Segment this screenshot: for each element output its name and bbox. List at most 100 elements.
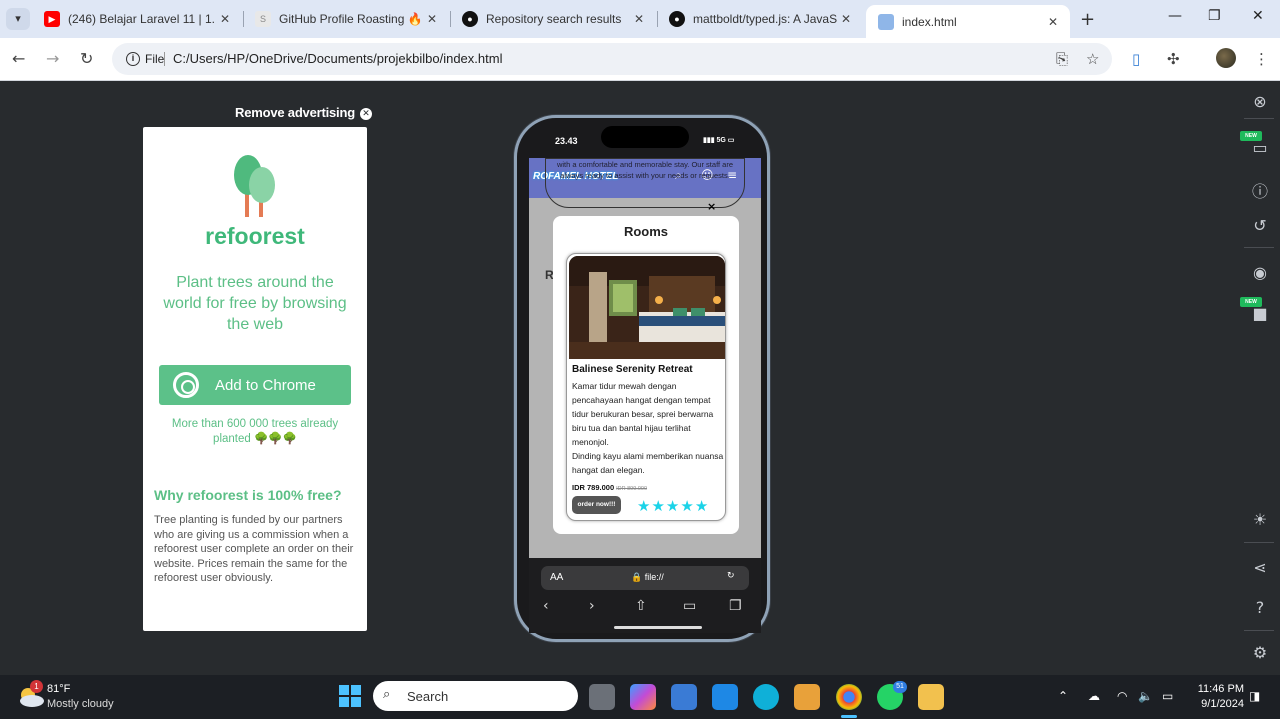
weather-desc: Mostly cloudy: [47, 698, 114, 710]
tree-logo-icon: [234, 155, 275, 217]
phone-screen: ROFAMEL HOTEL ⌕ ☺ ≡ with a comfortable a…: [529, 158, 761, 558]
trees-planted-text: More than 600 000 trees already planted …: [171, 418, 339, 445]
home-indicator: [614, 626, 702, 629]
forward-icon[interactable]: →: [46, 49, 59, 68]
extensions-icon[interactable]: ✣: [1167, 50, 1180, 68]
tab-title: mattboldt/typed.js: A JavaSc: [693, 12, 837, 26]
network-label: 5G: [716, 137, 726, 144]
tab-repo-search[interactable]: ● Repository search results ✕: [450, 0, 656, 38]
brightness-icon[interactable]: ☀: [1250, 510, 1270, 530]
file-explorer-icon[interactable]: [918, 684, 944, 710]
room-description: Kamar tidur mewah dengan pencahayaan han…: [572, 379, 725, 477]
safari-url: 🔒 file://: [631, 572, 664, 582]
order-now-button[interactable]: order now!!!: [572, 496, 621, 514]
remove-advertising-link[interactable]: Remove advertising ✕: [235, 105, 372, 120]
youtube-icon: ▶: [44, 11, 60, 27]
current-price: IDR 789.000: [572, 483, 615, 492]
close-tab-icon[interactable]: ✕: [216, 12, 234, 26]
old-price: IDR 899.000: [616, 486, 648, 492]
safari-back-icon[interactable]: ‹: [543, 598, 549, 614]
task-view-icon[interactable]: [589, 684, 615, 710]
clock[interactable]: 11:46 PM 9/1/2024: [1188, 682, 1244, 712]
share-icon[interactable]: ⋖: [1250, 558, 1270, 578]
add-to-chrome-label: Add to Chrome: [215, 376, 316, 394]
remove-advertising-label: Remove advertising: [235, 105, 355, 120]
chrome-icon: [173, 372, 199, 398]
tab-typedjs[interactable]: ● mattboldt/typed.js: A JavaSc ✕: [657, 0, 863, 38]
weather-temp: 81°F: [47, 683, 71, 695]
site-info-chip[interactable]: i File: [120, 49, 170, 69]
tab-roasting[interactable]: S GitHub Profile Roasting 🔥🔥 ✕: [243, 0, 449, 38]
bookmarks-icon[interactable]: ▭: [683, 598, 696, 614]
rotate-icon[interactable]: ↺: [1250, 216, 1270, 236]
page-viewport: Remove advertising ✕ refoorest Plant tree…: [0, 82, 1280, 675]
profile-avatar[interactable]: [1216, 48, 1236, 68]
reading-mode-icon[interactable]: ▯: [1132, 50, 1140, 68]
copilot-icon[interactable]: [630, 684, 656, 710]
wifi-icon[interactable]: ◠: [1117, 689, 1127, 703]
star-icon: ★: [637, 497, 652, 515]
share-icon[interactable]: ⇧: [635, 598, 647, 614]
why-free-text: Tree planting is funded by our partners …: [154, 514, 354, 584]
file-icon: [878, 13, 894, 30]
safari-reload-icon[interactable]: ↻: [727, 571, 735, 581]
bookmark-star-icon[interactable]: ☆: [1086, 50, 1099, 68]
rating-stars: ★★★★★: [637, 497, 709, 515]
safari-forward-icon[interactable]: ›: [589, 598, 595, 614]
menu-kebab-icon[interactable]: ⋮: [1254, 50, 1269, 68]
github-icon: ●: [669, 11, 685, 27]
new-tab-button[interactable]: +: [1080, 9, 1095, 30]
tab-youtube[interactable]: ▶ (246) Belajar Laravel 11 | 1. In ✕: [32, 0, 242, 38]
app-icon[interactable]: [794, 684, 820, 710]
clock-time: 11:46 PM: [1197, 683, 1244, 695]
close-tab-icon[interactable]: ✕: [423, 12, 441, 26]
phone-notch: [601, 126, 689, 148]
room-name: Balinese Serenity Retreat: [572, 364, 693, 375]
close-panel-icon[interactable]: ⊗: [1250, 92, 1270, 112]
translate-icon[interactable]: ⎘: [1056, 50, 1068, 68]
star-icon: ★: [694, 497, 710, 515]
address-bar[interactable]: i File C:/Users/HP/OneDrive/Documents/pr…: [112, 43, 1112, 75]
info-icon[interactable]: ⓘ: [1250, 178, 1270, 201]
vscode-icon[interactable]: [712, 684, 738, 710]
settings-gear-icon[interactable]: ⚙: [1250, 643, 1270, 663]
roast-icon: S: [255, 11, 271, 27]
notification-icon[interactable]: ◨: [1249, 689, 1260, 703]
volume-icon[interactable]: 🔈: [1138, 689, 1153, 703]
brand-name: refoorest: [205, 223, 305, 249]
info-icon: i: [126, 52, 140, 66]
tray-chevron-icon[interactable]: ⌃: [1058, 689, 1068, 703]
tabs-icon[interactable]: ❐: [729, 598, 742, 614]
close-window-icon[interactable]: ✕: [1252, 8, 1264, 24]
taskbar-search[interactable]: ⌕ Search: [373, 681, 578, 711]
close-tab-icon[interactable]: ✕: [837, 12, 855, 26]
text-size-button[interactable]: AA: [550, 572, 563, 583]
close-tab-icon[interactable]: ✕: [630, 12, 648, 26]
device-toggle-icon[interactable]: ▭: [1250, 138, 1270, 158]
onedrive-icon[interactable]: ☁: [1088, 689, 1100, 703]
app-cube-icon[interactable]: [671, 684, 697, 710]
close-tab-icon[interactable]: ✕: [1044, 15, 1062, 29]
help-icon[interactable]: ?: [1250, 598, 1270, 618]
add-to-chrome-button[interactable]: Add to Chrome: [159, 365, 351, 405]
battery-icon[interactable]: ▭: [1162, 689, 1173, 703]
tab-index-html[interactable]: index.html ✕: [866, 5, 1070, 38]
safari-address-bar[interactable]: AA 🔒 file:// ↻: [541, 566, 749, 590]
app-icon[interactable]: [753, 684, 779, 710]
clock-date: 9/1/2024: [1201, 698, 1244, 710]
reload-icon[interactable]: ↻: [80, 49, 93, 68]
modal-close-button[interactable]: ×: [707, 200, 716, 213]
tab-search-button[interactable]: ▾: [6, 8, 30, 30]
chrome-icon[interactable]: [836, 684, 862, 710]
phone-mockup: 23.43 ▮▮▮ 5G ▭ ROFAMEL HOTEL ⌕ ☺ ≡ with …: [514, 115, 770, 642]
start-button[interactable]: [339, 685, 361, 707]
camera-icon[interactable]: ◉: [1250, 263, 1270, 283]
safari-bottom-bar: AA 🔒 file:// ↻ ‹ › ⇧ ▭ ❐: [529, 558, 761, 633]
search-label: Search: [407, 689, 449, 704]
video-record-icon[interactable]: ■: [1250, 304, 1270, 324]
restore-icon[interactable]: ❐: [1208, 8, 1221, 24]
search-icon: ⌕: [383, 687, 391, 702]
minimize-icon[interactable]: —: [1168, 8, 1182, 24]
refoorest-ad: refoorest Plant trees around the world f…: [143, 127, 367, 631]
back-icon[interactable]: ←: [12, 49, 25, 68]
